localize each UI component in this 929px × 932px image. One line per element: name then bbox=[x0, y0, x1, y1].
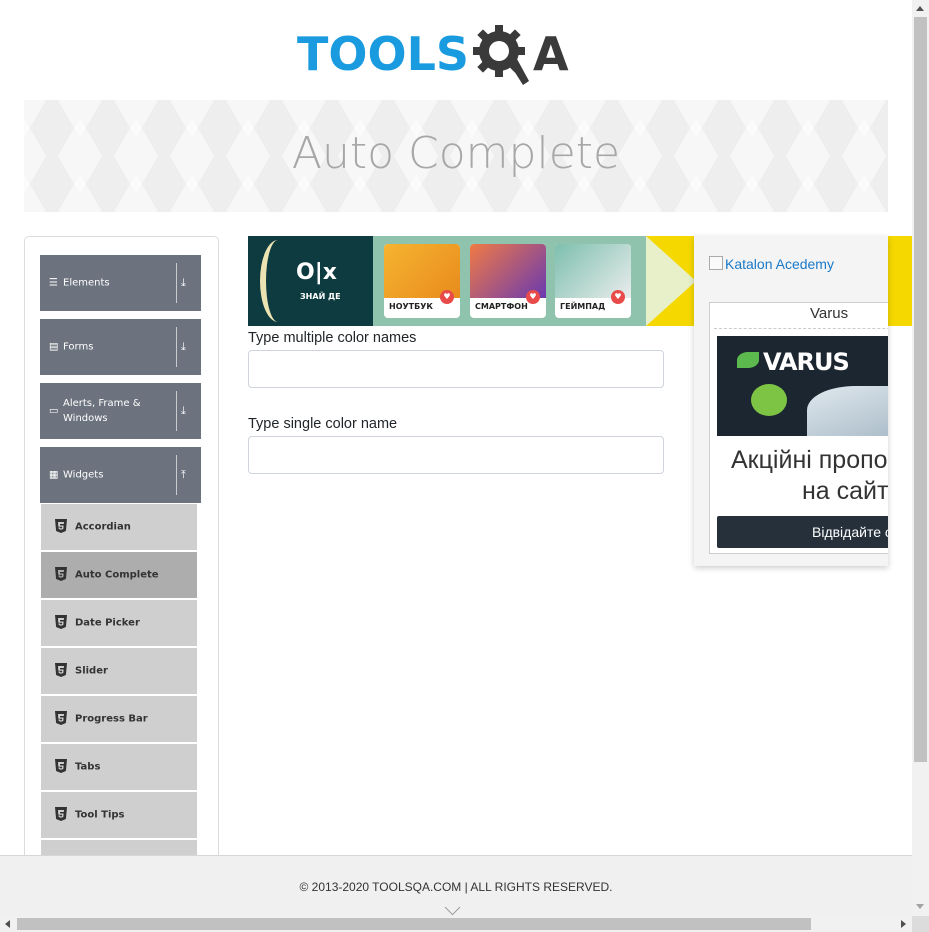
vertical-scrollbar[interactable] bbox=[912, 0, 929, 916]
sidebar-item-auto-complete[interactable]: Auto Complete bbox=[41, 552, 197, 598]
sidebar-item-label: Date Picker bbox=[75, 617, 140, 629]
html5-icon bbox=[55, 807, 67, 821]
ad-sponsor-name: Varus bbox=[810, 305, 849, 322]
ad-card-label: СМАРТФОН bbox=[475, 302, 528, 311]
sidebar-item-date-picker[interactable]: Date Picker bbox=[41, 600, 197, 646]
ad-headline-line2: на сайті bbox=[802, 477, 888, 505]
varus-ad-image: VARUS bbox=[717, 336, 888, 436]
grid-icon: ▦ bbox=[49, 469, 59, 481]
multiple-color-input[interactable] bbox=[248, 350, 664, 388]
upload-arrow-icon: ⤒ bbox=[181, 468, 186, 481]
varus-ad[interactable]: Varus VARUS Акційні пропо на сайті Відві… bbox=[709, 302, 888, 554]
hamburger-icon: ☰ bbox=[49, 277, 58, 289]
visit-site-button[interactable]: Відвідайте сайт bbox=[717, 516, 888, 548]
sidebar-item-tabs[interactable]: Tabs bbox=[41, 744, 197, 790]
horizontal-scrollbar[interactable] bbox=[0, 916, 912, 932]
page: TOOLS A Auto Complete ☰ Elements ⤓ ▤ For… bbox=[0, 0, 912, 932]
sidebar-item-label: Accordian bbox=[75, 521, 131, 533]
download-arrow-icon: ⤓ bbox=[181, 340, 186, 353]
divider bbox=[176, 263, 177, 303]
heart-icon: ♥ bbox=[440, 290, 454, 304]
page-title: Auto Complete bbox=[291, 128, 621, 179]
logo-text-a: A bbox=[533, 26, 569, 81]
logo-text-tools: TOOLS bbox=[297, 26, 470, 81]
katalon-alt-text: Katalon Acedemy bbox=[725, 256, 834, 272]
multiple-color-label: Type multiple color names bbox=[248, 330, 417, 346]
vertical-scroll-thumb[interactable] bbox=[914, 17, 927, 762]
olx-tagline: ЗНАЙ ДЕ bbox=[300, 292, 341, 301]
sidebar-group-label: Elements bbox=[63, 277, 110, 289]
chevron-down-icon[interactable] bbox=[444, 899, 461, 916]
ad-headline: Акційні пропо на сайті bbox=[710, 445, 888, 507]
sidebar-group-label: Alerts, Frame & Windows bbox=[63, 398, 141, 424]
scroll-right-arrow-icon[interactable] bbox=[901, 920, 906, 928]
sidebar-item-label: Auto Complete bbox=[75, 569, 159, 581]
toolsqa-logo[interactable]: TOOLS A bbox=[297, 16, 569, 91]
varus-logo: VARUS bbox=[763, 348, 850, 376]
sidebar-item-accordian[interactable]: Accordian bbox=[41, 504, 197, 550]
html5-icon bbox=[55, 711, 67, 725]
sidebar-group-widgets[interactable]: ▦ Widgets ⤒ bbox=[40, 447, 201, 503]
gear-magnifier-icon bbox=[473, 24, 530, 85]
sidebar-group-forms[interactable]: ▤ Forms ⤓ bbox=[40, 319, 201, 375]
download-arrow-icon: ⤓ bbox=[181, 404, 186, 417]
olx-logo: O|x bbox=[296, 260, 337, 285]
sidebar-item-label: Progress Bar bbox=[75, 713, 148, 725]
html5-icon bbox=[55, 519, 67, 533]
katalon-ad-link[interactable]: Katalon Acedemy bbox=[709, 256, 834, 272]
single-color-label: Type single color name bbox=[248, 416, 398, 432]
fish-on-ice-image bbox=[807, 386, 888, 436]
sidebar-item-tool-tips[interactable]: Tool Tips bbox=[41, 792, 197, 838]
download-arrow-icon: ⤓ bbox=[181, 276, 186, 289]
ad-headline-line1: Акційні пропо bbox=[731, 446, 888, 474]
ad-arrow-shape bbox=[646, 236, 696, 326]
ad-card-label: НОУТБУК bbox=[389, 302, 433, 311]
olx-brand-block: O|x ЗНАЙ ДЕ bbox=[248, 236, 373, 326]
sidebar-item-label: Slider bbox=[75, 665, 108, 677]
leaf-icon bbox=[737, 352, 759, 368]
ad-card-laptop[interactable]: НОУТБУК ♥ bbox=[384, 244, 460, 318]
heart-icon: ♥ bbox=[611, 290, 625, 304]
divider bbox=[176, 455, 177, 495]
broken-image-icon bbox=[709, 256, 723, 270]
ad-card-gamepad[interactable]: ГЕЙМПАД ♥ bbox=[555, 244, 631, 318]
page-banner: Auto Complete bbox=[24, 100, 888, 212]
html5-icon bbox=[55, 663, 67, 677]
window-icon: ▭ bbox=[49, 405, 59, 417]
html5-icon bbox=[55, 759, 67, 773]
divider bbox=[714, 328, 888, 329]
sidebar-item-label: Tool Tips bbox=[75, 809, 125, 821]
ad-card-label: ГЕЙМПАД bbox=[560, 302, 606, 311]
side-ad: Katalon Acedemy Varus VARUS Акційні проп… bbox=[694, 236, 888, 566]
sidebar-group-label: Widgets bbox=[63, 469, 104, 481]
sidebar-item-label: Tabs bbox=[75, 761, 101, 773]
divider bbox=[176, 391, 177, 431]
sidebar-group-alerts[interactable]: ▭ Alerts, Frame & Windows ⤓ bbox=[40, 383, 201, 439]
single-color-input[interactable] bbox=[248, 436, 664, 474]
heart-icon: ♥ bbox=[526, 290, 540, 304]
lime-image bbox=[751, 384, 787, 416]
sidebar-group-elements[interactable]: ☰ Elements ⤓ bbox=[40, 255, 201, 311]
scroll-up-arrow-icon[interactable] bbox=[916, 6, 924, 11]
scroll-down-arrow-icon[interactable] bbox=[916, 904, 924, 909]
sidebar-item-slider[interactable]: Slider bbox=[41, 648, 197, 694]
scrollbar-corner bbox=[912, 916, 929, 932]
html5-icon bbox=[55, 567, 67, 581]
html5-icon bbox=[55, 615, 67, 629]
scroll-left-arrow-icon[interactable] bbox=[5, 920, 10, 928]
sidebar-group-label: Forms bbox=[63, 341, 94, 353]
horizontal-scroll-thumb[interactable] bbox=[17, 918, 811, 930]
sidebar-item-progress-bar[interactable]: Progress Bar bbox=[41, 696, 197, 742]
copyright-text: © 2013-2020 TOOLSQA.COM | ALL RIGHTS RES… bbox=[299, 880, 613, 894]
divider bbox=[176, 327, 177, 367]
document-icon: ▤ bbox=[49, 341, 59, 353]
decorative-arc bbox=[260, 240, 296, 322]
ad-card-smartphone[interactable]: СМАРТФОН ♥ bbox=[470, 244, 546, 318]
footer: © 2013-2020 TOOLSQA.COM | ALL RIGHTS RES… bbox=[0, 855, 912, 918]
